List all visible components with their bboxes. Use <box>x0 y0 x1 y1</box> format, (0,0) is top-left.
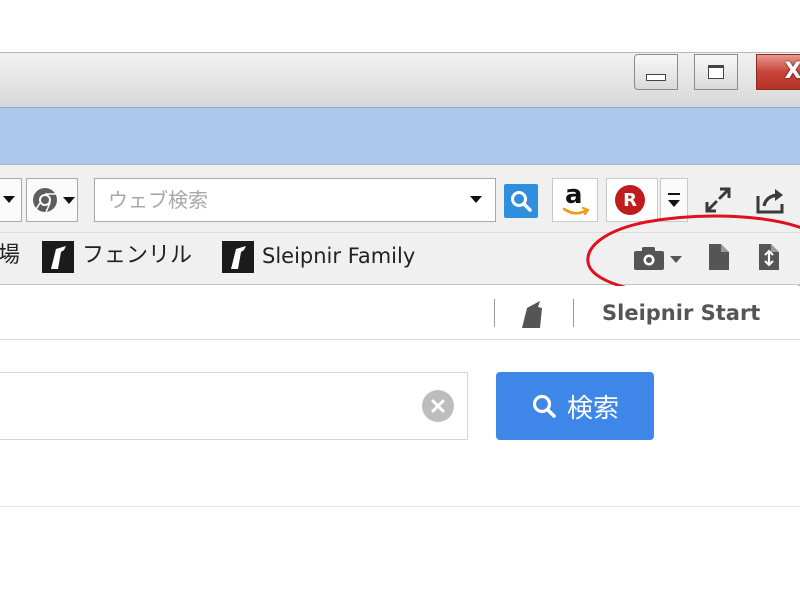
fenrir-logo-icon <box>42 241 74 273</box>
fenrir-tab-icon[interactable] <box>518 298 548 330</box>
engine-selector[interactable] <box>26 178 78 222</box>
chevron-down-icon <box>668 200 680 207</box>
page-search-button-label: 検索 <box>566 393 619 424</box>
amazon-icon: a <box>565 180 583 210</box>
chrome-icon <box>33 188 57 213</box>
clear-icon <box>431 399 445 413</box>
bookmark-item-sleipnir-family[interactable]: Sleipnir Family <box>262 241 415 271</box>
sleipnir-family-logo-icon <box>222 241 254 273</box>
search-placeholder: ウェブ検索 <box>108 188 208 212</box>
menu-line <box>668 193 680 195</box>
content-divider <box>0 506 800 507</box>
bookmark-item-fenrir[interactable]: フェンリル <box>82 241 192 271</box>
search-history-dropdown[interactable] <box>470 196 482 203</box>
tab-separator <box>573 299 574 327</box>
tab-bar-background <box>0 107 800 164</box>
nav-dropdown-button[interactable] <box>0 178 22 222</box>
minimize-button[interactable] <box>634 54 678 90</box>
bookmark-item-partial[interactable]: 場 <box>0 241 20 271</box>
minimize-icon <box>646 73 666 81</box>
search-icon <box>532 394 556 418</box>
maximize-icon <box>708 65 724 79</box>
page-search-button[interactable]: 検索 <box>496 372 654 440</box>
clear-input-button[interactable] <box>422 390 454 422</box>
tab-separator <box>494 299 495 327</box>
chevron-down-icon <box>470 196 482 203</box>
page-search-input[interactable] <box>0 372 468 440</box>
title-bar[interactable] <box>0 52 800 107</box>
chevron-down-icon <box>63 197 75 204</box>
chevron-down-icon <box>3 196 15 203</box>
search-icon <box>511 191 532 212</box>
maximize-button[interactable] <box>694 54 738 90</box>
search-button[interactable] <box>504 184 538 218</box>
desktop-background <box>0 0 800 52</box>
close-button[interactable]: X <box>756 54 800 90</box>
tab-sleipnir-start[interactable]: Sleipnir Start <box>602 298 760 328</box>
close-icon: X <box>784 59 800 84</box>
